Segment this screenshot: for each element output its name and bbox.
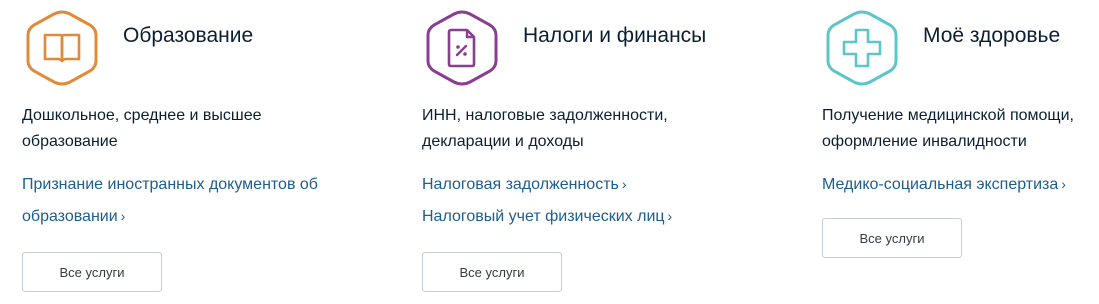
link-foreign-documents-recognition-cont[interactable]: образовании › [22,200,125,233]
all-services-button[interactable]: Все услуги [822,218,962,258]
tax-document-icon[interactable] [422,8,502,88]
link-foreign-documents-recognition[interactable]: Признание иностранных документов об [22,168,318,201]
service-card-taxes: Налоги и финансы ИНН, налоговые задолжен… [422,0,722,304]
card-description: Дошкольное, среднее и высшее образование [22,107,262,150]
card-title[interactable]: Налоги и финансы [523,22,706,50]
chevron-right-icon: › [120,208,126,224]
link-medical-social-expertise[interactable]: Медико-социальная экспертиза › [822,168,1066,201]
card-description: Получение медицинской помощи, оформление… [822,107,1074,150]
card-title[interactable]: Образование [123,22,253,50]
link-text: Налоговая задолженность [422,176,619,193]
link-individual-tax-registration[interactable]: Налоговый учет физических лиц › [422,200,672,233]
card-description: ИНН, налоговые задолженности, декларации… [422,107,668,150]
card-title[interactable]: Моё здоровье [923,22,1060,50]
link-text: Налоговый учет физических лиц [422,208,665,225]
service-card-health: Моё здоровье Получение медицинской помощ… [822,0,1099,304]
link-text: Признание иностранных документов об [22,176,318,193]
all-services-button[interactable]: Все услуги [22,252,162,292]
book-icon[interactable] [22,8,102,88]
service-card-education: Образование Дошкольное, среднее и высшее… [22,0,322,304]
link-text: образовании [22,208,118,225]
link-text: Медико-социальная экспертиза [822,176,1059,193]
chevron-right-icon: › [667,208,673,224]
medical-cross-icon[interactable] [822,8,902,88]
chevron-right-icon: › [621,176,627,192]
all-services-button[interactable]: Все услуги [422,252,562,292]
link-tax-debt[interactable]: Налоговая задолженность › [422,168,627,201]
chevron-right-icon: › [1061,176,1066,192]
